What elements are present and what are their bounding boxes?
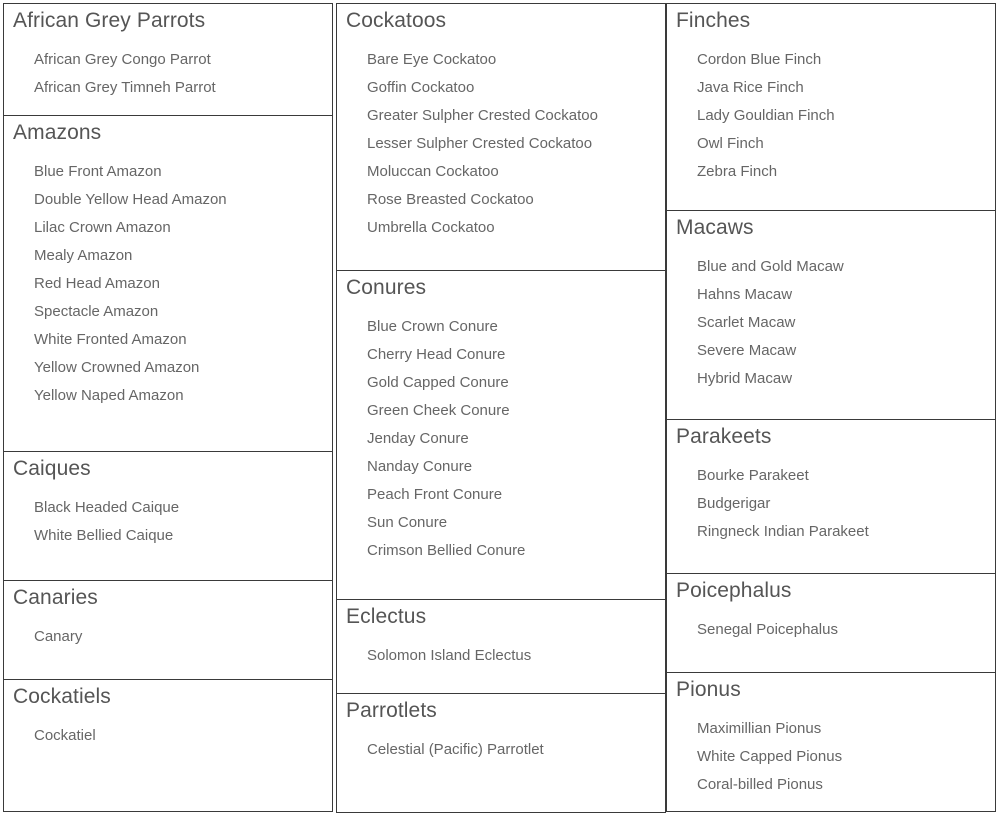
species-list: Bourke Parakeet Budgerigar Ringneck Indian… bbox=[667, 462, 995, 546]
species-group: Eclectus Solomon Island Eclectus bbox=[336, 599, 666, 694]
species-group: Macaws Blue and Gold Macaw Hahns Macaw Scar… bbox=[666, 210, 996, 420]
species-group: Caiques Black Headed Caique White Bellied … bbox=[3, 451, 333, 581]
species-list: Blue Crown Conure Cherry Head Conure Gold … bbox=[337, 313, 665, 565]
group-heading: Parakeets bbox=[676, 425, 772, 448]
group-heading: Canaries bbox=[13, 586, 98, 609]
species-item[interactable]: Java Rice Finch bbox=[667, 74, 995, 102]
species-item[interactable]: Yellow Crowned Amazon bbox=[4, 354, 332, 382]
species-item[interactable]: Cockatiel bbox=[4, 722, 332, 750]
species-item[interactable]: Double Yellow Head Amazon bbox=[4, 186, 332, 214]
species-group: Canaries Canary bbox=[3, 580, 333, 680]
species-group: Pionus Maximillian Pionus White Capped Pio… bbox=[666, 672, 996, 812]
species-item[interactable]: Umbrella Cockatoo bbox=[337, 214, 665, 242]
species-item[interactable]: Green Cheek Conure bbox=[337, 397, 665, 425]
species-group: Parrotlets Celestial (Pacific) Parrotlet bbox=[336, 693, 666, 813]
species-list: Maximillian Pionus White Capped Pionus Cor… bbox=[667, 715, 995, 799]
species-item[interactable]: Jenday Conure bbox=[337, 425, 665, 453]
species-list: Canary bbox=[4, 623, 332, 651]
species-group: African Grey Parrots African Grey Congo P… bbox=[3, 3, 333, 116]
species-item[interactable]: Cherry Head Conure bbox=[337, 341, 665, 369]
species-list: Black Headed Caique White Bellied Caique bbox=[4, 494, 332, 550]
species-list: Senegal Poicephalus bbox=[667, 616, 995, 644]
species-item[interactable]: Bourke Parakeet bbox=[667, 462, 995, 490]
species-item[interactable]: Solomon Island Eclectus bbox=[337, 642, 665, 670]
column-3: Finches Cordon Blue Finch Java Rice Finch L… bbox=[666, 3, 996, 812]
species-item[interactable]: White Fronted Amazon bbox=[4, 326, 332, 354]
species-item[interactable]: Ringneck Indian Parakeet bbox=[667, 518, 995, 546]
species-list: Solomon Island Eclectus bbox=[337, 642, 665, 670]
bird-species-board: African Grey Parrots African Grey Congo P… bbox=[0, 0, 1000, 816]
group-heading: Finches bbox=[676, 9, 751, 32]
group-heading: African Grey Parrots bbox=[13, 9, 206, 32]
species-item[interactable]: Senegal Poicephalus bbox=[667, 616, 995, 644]
species-item[interactable]: Black Headed Caique bbox=[4, 494, 332, 522]
column-2: Cockatoos Bare Eye Cockatoo Goffin Cockato… bbox=[336, 3, 666, 813]
species-group: Cockatoos Bare Eye Cockatoo Goffin Cockato… bbox=[336, 3, 666, 271]
species-item[interactable]: Owl Finch bbox=[667, 130, 995, 158]
group-heading: Parrotlets bbox=[346, 699, 437, 722]
species-item[interactable]: Moluccan Cockatoo bbox=[337, 158, 665, 186]
species-group: Poicephalus Senegal Poicephalus bbox=[666, 573, 996, 673]
species-group: Conures Blue Crown Conure Cherry Head Conu… bbox=[336, 270, 666, 600]
species-item[interactable]: Spectacle Amazon bbox=[4, 298, 332, 326]
species-item[interactable]: Peach Front Conure bbox=[337, 481, 665, 509]
species-item[interactable]: White Capped Pionus bbox=[667, 743, 995, 771]
species-item[interactable]: Red Head Amazon bbox=[4, 270, 332, 298]
species-item[interactable]: Gold Capped Conure bbox=[337, 369, 665, 397]
species-group: Parakeets Bourke Parakeet Budgerigar Ringne… bbox=[666, 419, 996, 574]
species-list: African Grey Congo Parrot African Grey Ti… bbox=[4, 46, 332, 102]
species-item[interactable]: Canary bbox=[4, 623, 332, 651]
group-heading: Cockatiels bbox=[13, 685, 111, 708]
species-item[interactable]: Bare Eye Cockatoo bbox=[337, 46, 665, 74]
species-item[interactable]: Lilac Crown Amazon bbox=[4, 214, 332, 242]
group-heading: Amazons bbox=[13, 121, 102, 144]
species-item[interactable]: Celestial (Pacific) Parrotlet bbox=[337, 736, 665, 764]
species-list: Blue and Gold Macaw Hahns Macaw Scarlet Ma… bbox=[667, 253, 995, 393]
species-item[interactable]: Scarlet Macaw bbox=[667, 309, 995, 337]
species-item[interactable]: Yellow Naped Amazon bbox=[4, 382, 332, 410]
species-item[interactable]: Blue Front Amazon bbox=[4, 158, 332, 186]
species-item[interactable]: Zebra Finch bbox=[667, 158, 995, 186]
species-item[interactable]: Budgerigar bbox=[667, 490, 995, 518]
column-1: African Grey Parrots African Grey Congo P… bbox=[3, 3, 333, 812]
group-heading: Conures bbox=[346, 276, 427, 299]
species-item[interactable]: Greater Sulpher Crested Cockatoo bbox=[337, 102, 665, 130]
species-list: Cordon Blue Finch Java Rice Finch Lady Gou… bbox=[667, 46, 995, 186]
species-item[interactable]: Lesser Sulpher Crested Cockatoo bbox=[337, 130, 665, 158]
species-item[interactable]: Rose Breasted Cockatoo bbox=[337, 186, 665, 214]
species-list: Celestial (Pacific) Parrotlet bbox=[337, 736, 665, 764]
group-heading: Eclectus bbox=[346, 605, 427, 628]
group-heading: Caiques bbox=[13, 457, 91, 480]
species-group: Amazons Blue Front Amazon Double Yellow He… bbox=[3, 115, 333, 452]
species-item[interactable]: Goffin Cockatoo bbox=[337, 74, 665, 102]
species-item[interactable]: Hahns Macaw bbox=[667, 281, 995, 309]
species-list: Blue Front Amazon Double Yellow Head Amaz… bbox=[4, 158, 332, 410]
species-item[interactable]: African Grey Congo Parrot bbox=[4, 46, 332, 74]
group-heading: Pionus bbox=[676, 678, 741, 701]
group-heading: Cockatoos bbox=[346, 9, 447, 32]
species-item[interactable]: Mealy Amazon bbox=[4, 242, 332, 270]
species-item[interactable]: Lady Gouldian Finch bbox=[667, 102, 995, 130]
species-item[interactable]: Sun Conure bbox=[337, 509, 665, 537]
species-item[interactable]: White Bellied Caique bbox=[4, 522, 332, 550]
species-group: Finches Cordon Blue Finch Java Rice Finch L… bbox=[666, 3, 996, 211]
species-item[interactable]: Blue Crown Conure bbox=[337, 313, 665, 341]
species-item[interactable]: Maximillian Pionus bbox=[667, 715, 995, 743]
species-item[interactable]: Crimson Bellied Conure bbox=[337, 537, 665, 565]
species-item[interactable]: Nanday Conure bbox=[337, 453, 665, 481]
species-item[interactable]: Coral-billed Pionus bbox=[667, 771, 995, 799]
group-heading: Poicephalus bbox=[676, 579, 792, 602]
species-item[interactable]: Hybrid Macaw bbox=[667, 365, 995, 393]
species-item[interactable]: Blue and Gold Macaw bbox=[667, 253, 995, 281]
species-list: Cockatiel bbox=[4, 722, 332, 750]
species-item[interactable]: Cordon Blue Finch bbox=[667, 46, 995, 74]
species-item[interactable]: Severe Macaw bbox=[667, 337, 995, 365]
species-group: Cockatiels Cockatiel bbox=[3, 679, 333, 812]
species-list: Bare Eye Cockatoo Goffin Cockatoo Greater … bbox=[337, 46, 665, 242]
species-item[interactable]: African Grey Timneh Parrot bbox=[4, 74, 332, 102]
group-heading: Macaws bbox=[676, 216, 754, 239]
